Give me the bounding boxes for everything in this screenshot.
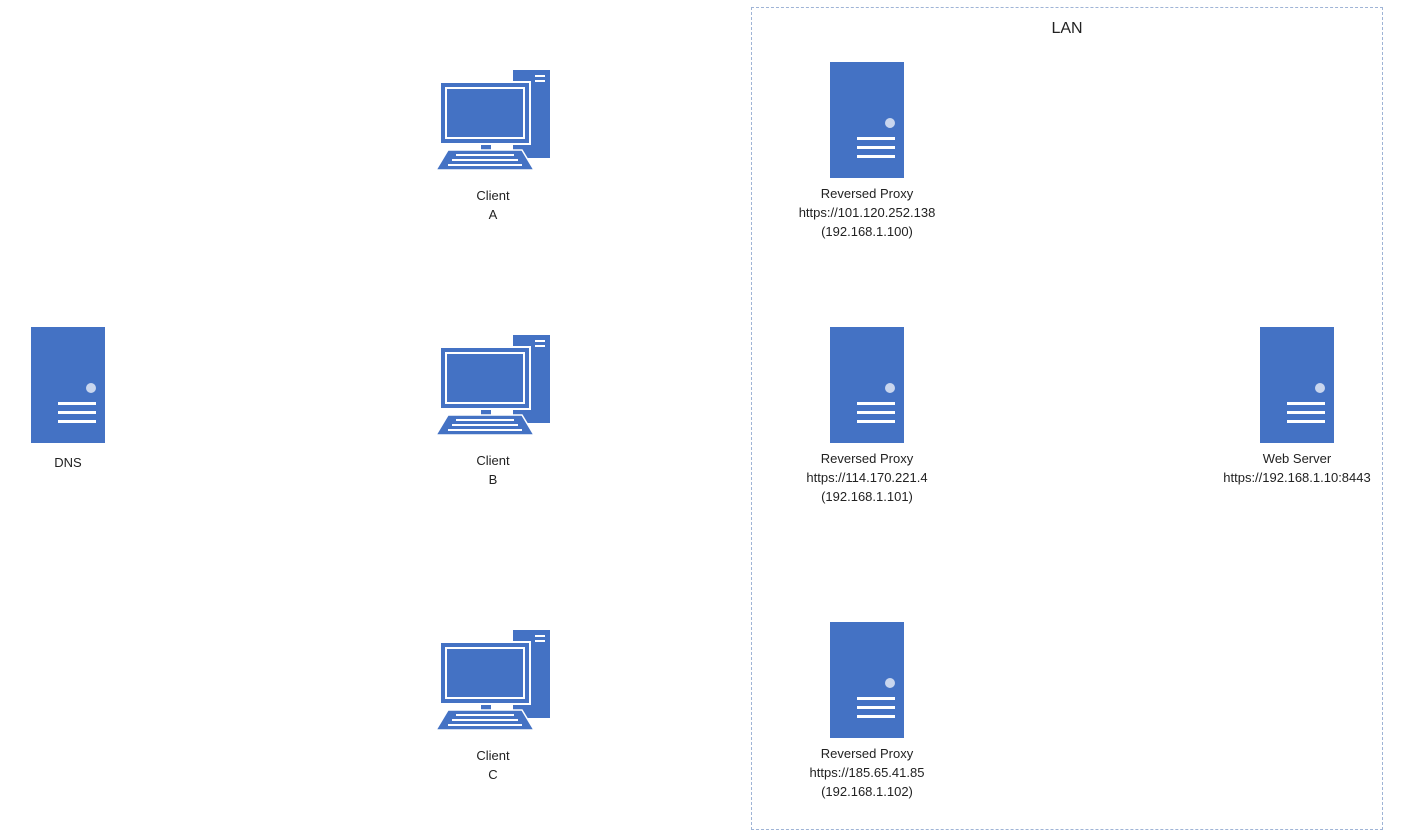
proxy-2-public-url: https://114.170.221.4 — [806, 470, 928, 485]
client-b-node: Client B — [433, 335, 553, 489]
server-icon — [830, 327, 904, 443]
webserver-label: Web Server https://192.168.1.10:8443 — [1223, 449, 1370, 487]
lan-title: LAN — [1051, 20, 1083, 37]
client-a-line2: A — [488, 207, 498, 222]
proxy-2-node: Reversed Proxy https://114.170.221.4 (19… — [787, 327, 947, 506]
proxy-3-node: Reversed Proxy https://185.65.41.85 (192… — [787, 622, 947, 801]
webserver-url: https://192.168.1.10:8443 — [1223, 470, 1371, 485]
dns-label: DNS — [54, 453, 81, 472]
desktop-computer-icon — [434, 70, 550, 171]
client-a-label: Client A — [476, 186, 509, 224]
proxy-3-label: Reversed Proxy https://185.65.41.85 (192… — [810, 744, 925, 801]
server-icon — [31, 327, 105, 443]
proxy-3-name: Reversed Proxy — [820, 746, 914, 761]
proxy-3-private-ip: (192.168.1.102) — [821, 784, 913, 799]
client-a-node: Client A — [433, 70, 553, 224]
proxy-1-public-url: https://101.120.252.138 — [798, 205, 936, 220]
client-b-label: Client B — [476, 451, 509, 489]
desktop-computer-icon — [434, 335, 550, 436]
client-c-node: Client C — [433, 630, 553, 784]
client-c-line1: Client — [476, 748, 510, 763]
client-c-line2: C — [488, 767, 498, 782]
server-icon — [830, 62, 904, 178]
network-diagram: LAN DNS Client A Client B Client C Rever… — [0, 0, 1402, 838]
server-icon — [1260, 327, 1334, 443]
proxy-2-private-ip: (192.168.1.101) — [821, 489, 913, 504]
client-b-line2: B — [488, 472, 498, 487]
client-a-line1: Client — [476, 188, 510, 203]
proxy-2-name: Reversed Proxy — [820, 451, 914, 466]
proxy-1-private-ip: (192.168.1.100) — [821, 224, 913, 239]
proxy-3-public-url: https://185.65.41.85 — [809, 765, 925, 780]
dns-node: DNS — [30, 327, 106, 472]
client-c-label: Client C — [476, 746, 509, 784]
webserver-name: Web Server — [1262, 451, 1332, 466]
desktop-computer-icon — [434, 630, 550, 731]
server-icon — [830, 622, 904, 738]
webserver-node: Web Server https://192.168.1.10:8443 — [1212, 327, 1382, 487]
client-b-line1: Client — [476, 453, 510, 468]
dns-name: DNS — [54, 455, 82, 470]
proxy-2-label: Reversed Proxy https://114.170.221.4 (19… — [806, 449, 927, 506]
proxy-1-label: Reversed Proxy https://101.120.252.138 (… — [799, 184, 936, 241]
proxy-1-node: Reversed Proxy https://101.120.252.138 (… — [787, 62, 947, 241]
proxy-1-name: Reversed Proxy — [820, 186, 914, 201]
